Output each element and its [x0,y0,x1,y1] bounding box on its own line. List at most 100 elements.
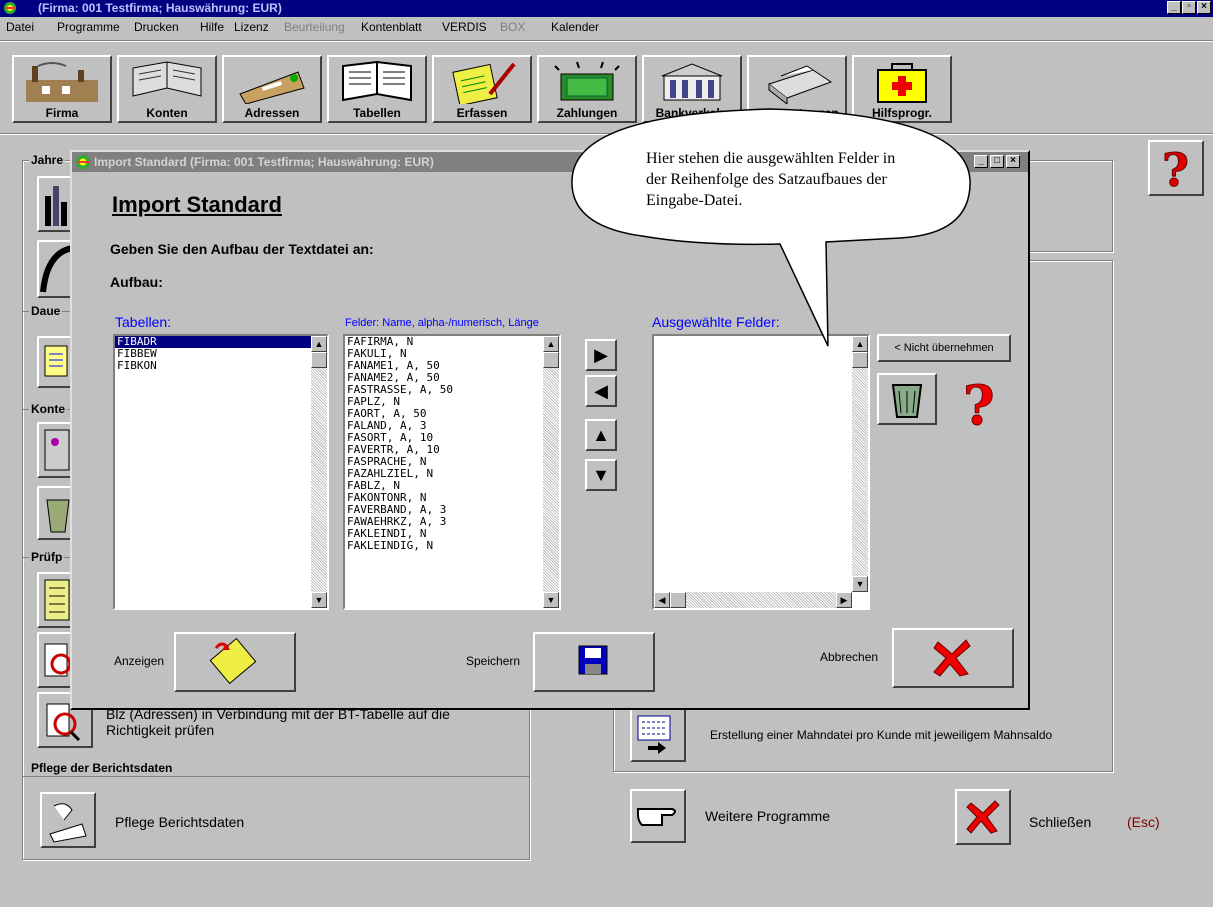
money-icon [554,61,620,101]
scroll-left-icon[interactable]: ◀ [654,592,670,608]
check-blz-text: Blz (Adressen) in Verbindung mit der BT-… [106,706,450,738]
disk-arrow-icon [209,637,257,685]
toolbar-firma-label: Firma [45,106,79,120]
file-export-icon [637,715,671,754]
fields-listbox[interactable]: FAFIRMA, N FAKULI, N FANAME1, A, 50 FANAME2… [343,334,561,610]
hand-document-icon [49,803,87,843]
menu-bar: Datei Programme Drucken Hilfe Lizenz Beu… [0,17,1213,37]
scroll-thumb-h[interactable] [670,592,686,608]
dialog-minimize-icon[interactable]: _ [974,155,988,168]
app-title-bar: (Firma: 001 Testfirma; Hauswährung: EUR)… [0,0,1213,17]
abbrechen-button[interactable] [892,628,1014,688]
group-konte-label: Konte [29,402,67,416]
red-x-icon [933,639,971,677]
anzeigen-label: Anzeigen [114,654,165,668]
trash-can-icon [891,384,923,418]
scroll-up-icon[interactable]: ▲ [311,336,327,352]
scroll-down-icon[interactable]: ▼ [852,576,868,592]
menu-drucken[interactable]: Drucken [134,20,179,34]
dialog-heading: Import Standard [112,192,282,217]
close-icon[interactable]: × [1197,1,1211,14]
bank-icon [661,63,723,101]
group-jahre-label: Jahre [29,153,66,167]
dialog-title: Import Standard (Firma: 001 Testfirma; H… [94,155,434,169]
speichern-button[interactable] [533,632,655,692]
weitere-programme-button[interactable] [630,789,686,843]
dialog-close-icon[interactable]: × [1006,155,1020,168]
dialog-maximize-icon[interactable]: □ [990,155,1004,168]
schliessen-label: Schließen [1029,814,1092,830]
field-list-item[interactable]: FAKLEINDIG, N [345,540,559,552]
scroll-down-icon[interactable]: ▼ [543,592,559,608]
maximize-icon[interactable]: ▫ [1182,1,1196,14]
tables-scrollbar[interactable]: ▲ ▼ [311,336,327,608]
app-title: (Firma: 001 Testfirma; Hauswährung: EUR) [38,1,282,15]
fields-scrollbar[interactable]: ▲ ▼ [543,336,559,608]
tables-listbox[interactable]: FIBADR FIBBEW FIBKON ▲ ▼ [113,334,329,610]
move-down-button[interactable]: ▼ [585,459,617,491]
table-list-item[interactable]: FIBKON [115,360,327,372]
envelope-icon [239,71,305,104]
menu-kalender[interactable]: Kalender [551,20,599,34]
notepad-pen-icon [452,62,516,104]
weitere-programme-label: Weitere Programme [705,808,831,824]
move-up-button[interactable]: ▲ [585,419,617,451]
arrow-down-icon: ▼ [592,465,610,485]
factory-icon [26,62,98,102]
pflege-button[interactable] [40,792,96,848]
toolbar-firma-button[interactable]: Firma [12,55,112,123]
esc-label: (Esc) [1127,814,1160,830]
mahndatei-text: Erstellung einer Mahndatei pro Kunde mit… [710,728,1053,742]
speichern-label: Speichern [466,654,521,668]
fields-label: Felder: Name, alpha-/numerisch, Länge [345,317,539,329]
selected-hscrollbar[interactable]: ◀ ▶ [654,592,852,608]
toolbar-erfassen-button[interactable]: Erfassen [432,55,532,123]
red-x-icon [966,800,1000,834]
group-daue-label: Daue [29,304,63,318]
svg-text:?: ? [1162,143,1189,194]
menu-kontenblatt[interactable]: Kontenblatt [361,20,422,34]
menu-box: BOX [500,20,526,34]
group-pruefp-label: Prüfp [29,550,65,564]
remove-field-button[interactable]: ◀ [585,375,617,407]
anzeigen-button[interactable] [174,632,296,692]
menu-lizenz[interactable]: Lizenz [234,20,269,34]
aufbau-label: Aufbau: [110,274,163,290]
scroll-thumb[interactable] [311,352,327,368]
scroll-down-icon[interactable]: ▼ [311,592,327,608]
scroll-right-icon[interactable]: ▶ [836,592,852,608]
menu-verdis[interactable]: VERDIS [442,20,487,34]
toolbar-tabellen-label: Tabellen [353,106,401,120]
menu-programme[interactable]: Programme [57,20,120,34]
printer-icon [767,65,833,104]
toolbar-erfassen-label: Erfassen [456,106,508,120]
selected-fields-listbox[interactable]: ▲ ▼ ◀ ▶ [652,334,870,610]
tables-label: Tabellen: [115,314,172,330]
mahndatei-button[interactable] [630,708,686,762]
delete-button[interactable] [877,373,937,425]
toolbar-tabellen-button[interactable]: Tabellen [327,55,427,123]
help-question-icon[interactable]: ? [959,374,1007,430]
abbrechen-label: Abbrechen [820,650,879,664]
open-book-icon [342,60,412,102]
dialog-instruction: Geben Sie den Aufbau der Textdatei an: [110,241,374,257]
main-help-button[interactable]: ? [1148,140,1204,198]
scroll-up-icon[interactable]: ▲ [543,336,559,352]
callout-text: Hier stehen die ausgewählten Felder in d… [646,150,896,209]
group-pflege-label: Pflege der Berichtsdaten [29,761,175,775]
menu-beurteilung: Beurteilung [284,20,345,34]
pointing-hand-icon [637,808,676,826]
selected-vscrollbar[interactable]: ▲ ▼ [852,336,868,592]
menu-datei[interactable]: Datei [6,20,34,34]
pflege-label: Pflege Berichtsdaten [115,814,245,830]
scroll-thumb[interactable] [543,352,559,368]
callout-bubble [571,108,971,347]
dialog-app-icon [76,155,90,169]
schliessen-button[interactable] [955,789,1011,845]
toolbar-adressen-button[interactable]: Adressen [222,55,322,123]
toolbar-konten-button[interactable]: Konten [117,55,217,123]
minimize-icon[interactable]: _ [1167,1,1181,14]
arrow-up-icon: ▲ [592,425,610,445]
arrow-left-icon: ◀ [594,381,608,401]
menu-hilfe[interactable]: Hilfe [200,20,224,34]
